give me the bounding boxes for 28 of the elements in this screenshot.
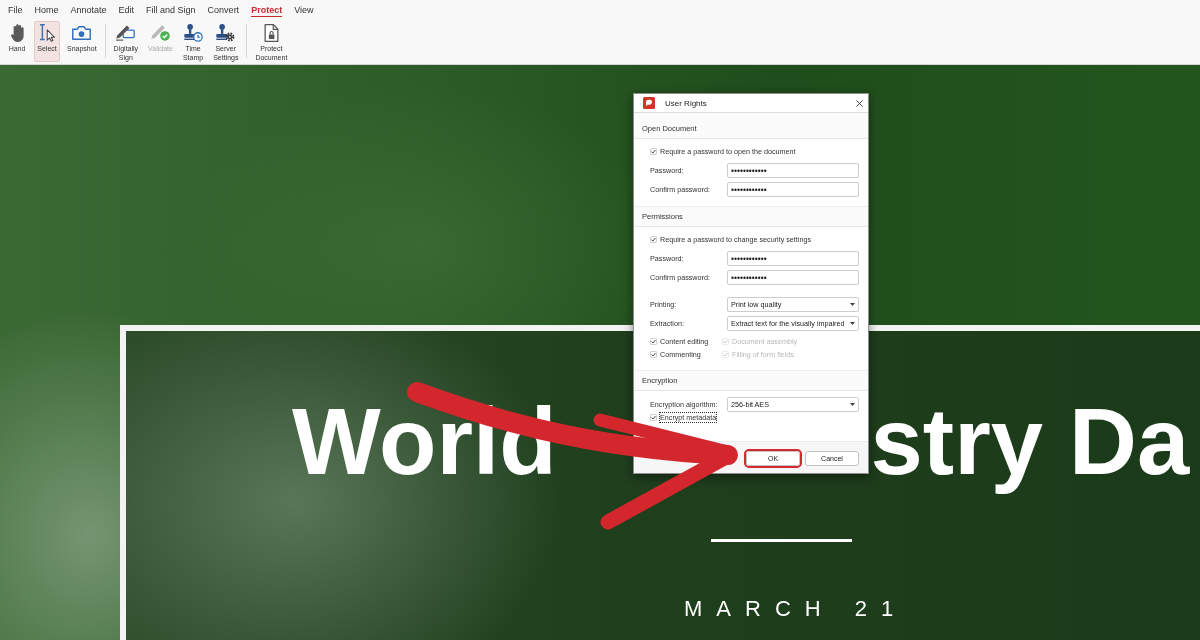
menu-tab[interactable]: Annotate [70,4,107,17]
menu-tab[interactable]: Fill and Sign [146,4,196,17]
app-logo-icon [643,97,655,109]
checkbox[interactable] [650,351,657,358]
pen-icon [116,24,136,42]
menu-tab[interactable]: Edit [118,4,135,17]
caret-icon [850,303,855,306]
menu-tab[interactable]: Protect [251,4,283,17]
password-field[interactable]: •••••••••••• [727,182,859,197]
password-field[interactable]: •••••••••••• [727,270,859,285]
password-field[interactable]: •••••••••••• [727,163,859,178]
password-field[interactable]: •••••••••••• [727,251,859,266]
text-cursor-icon [37,24,57,42]
date-text: MARCH 21 [684,596,908,623]
camera-icon [72,24,92,42]
heading-text: stry Da [870,388,1190,496]
caret-icon [850,403,855,406]
dialog-title: User Rights [665,98,707,108]
checkbox[interactable] [650,414,657,421]
close-icon[interactable] [856,99,863,107]
stamp-gear-icon [216,24,236,42]
pen-check-icon [151,24,170,42]
menu-tab[interactable]: View [294,4,314,17]
menu-tab[interactable]: Home [34,4,59,17]
stamp-clock-icon [183,24,203,42]
menu-tab[interactable]: File [8,4,23,17]
menu-tab[interactable]: Convert [207,4,240,17]
checkbox[interactable] [650,338,657,345]
